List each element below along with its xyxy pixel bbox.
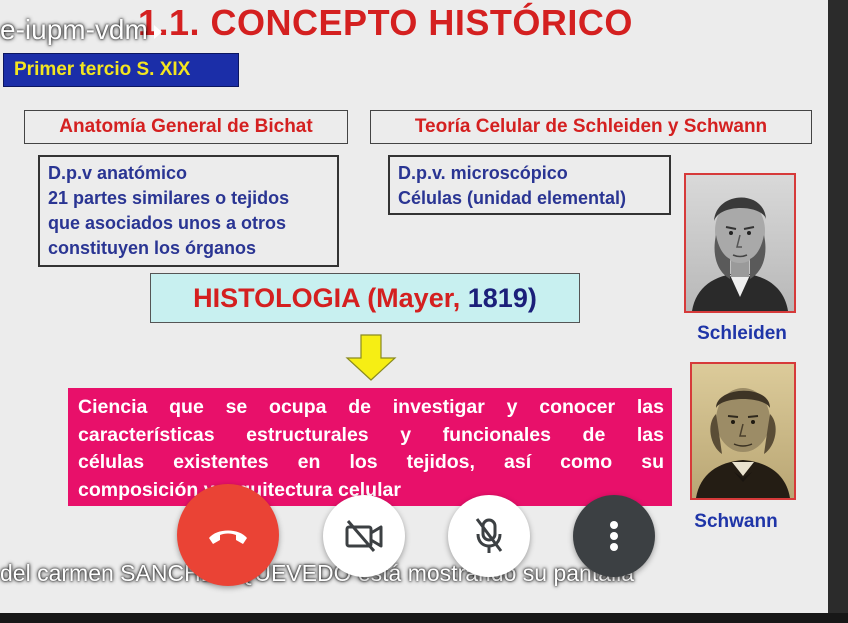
cell-theory-line: D.p.v. microscópico: [398, 163, 568, 183]
histology-year: 1819): [467, 283, 537, 313]
histology-word: HISTOLOGIA: [193, 283, 360, 313]
definition-line: células existentes en los tejidos, así c…: [78, 451, 664, 473]
expand-arrow-icon: [153, 24, 162, 39]
definition-line: Ciencia que se ocupa de investigar y con…: [78, 396, 664, 418]
schleiden-caption: Schleiden: [697, 323, 787, 344]
schwann-portrait: [690, 362, 796, 500]
window-edge: [828, 0, 848, 623]
cell-theory-heading: Teoría Celular de Schleiden y Schwann: [370, 110, 812, 144]
slide-title: 1.1. CONCEPTO HISTÓRICO: [138, 2, 633, 43]
histology-author: (Mayer,: [367, 283, 461, 313]
down-arrow-icon: [345, 334, 397, 381]
camera-off-icon: [345, 520, 383, 552]
mic-off-icon: [475, 518, 503, 553]
participant-name: e-iupm-vdm: [0, 14, 148, 45]
cell-theory-description: D.p.v. microscópico Células (unidad elem…: [388, 155, 671, 215]
microphone-toggle-button[interactable]: [448, 495, 530, 577]
screen-share-notice: del carmen SANCHEZ QUEVEDO está mostrand…: [0, 560, 635, 586]
window-bottom-bar: [0, 613, 848, 623]
bichat-line: 21 partes similares o tejidos: [48, 188, 290, 208]
period-label: Primer tercio S. XIX: [3, 53, 239, 87]
histology-definition: Ciencia que se ocupa de investigar y con…: [68, 388, 672, 506]
end-call-button[interactable]: [177, 484, 279, 586]
bichat-line: que asociados unos a otros: [48, 213, 287, 233]
bichat-heading: Anatomía General de Bichat: [24, 110, 348, 144]
histology-banner: HISTOLOGIA (Mayer, 1819): [150, 273, 580, 323]
phone-hangup-icon: [209, 530, 247, 544]
bichat-line: D.p.v anatómico: [48, 163, 188, 183]
bichat-line: constituyen los órganos: [48, 238, 257, 258]
schleiden-portrait: [684, 173, 796, 313]
definition-line: características estructurales y funciona…: [78, 423, 664, 446]
camera-toggle-button[interactable]: [323, 495, 405, 577]
schwann-caption: Schwann: [694, 511, 778, 532]
more-options-button[interactable]: [573, 495, 655, 577]
more-vert-icon: [610, 521, 618, 551]
shared-slide: 1.1. CONCEPTO HISTÓRICO e-iupm-vdm Prime…: [0, 0, 828, 613]
bichat-description: D.p.v anatómico 21 partes similares o te…: [38, 155, 339, 267]
cell-theory-line: Células (unidad elemental): [398, 188, 627, 208]
participant-tile-label[interactable]: e-iupm-vdm: [0, 14, 162, 46]
